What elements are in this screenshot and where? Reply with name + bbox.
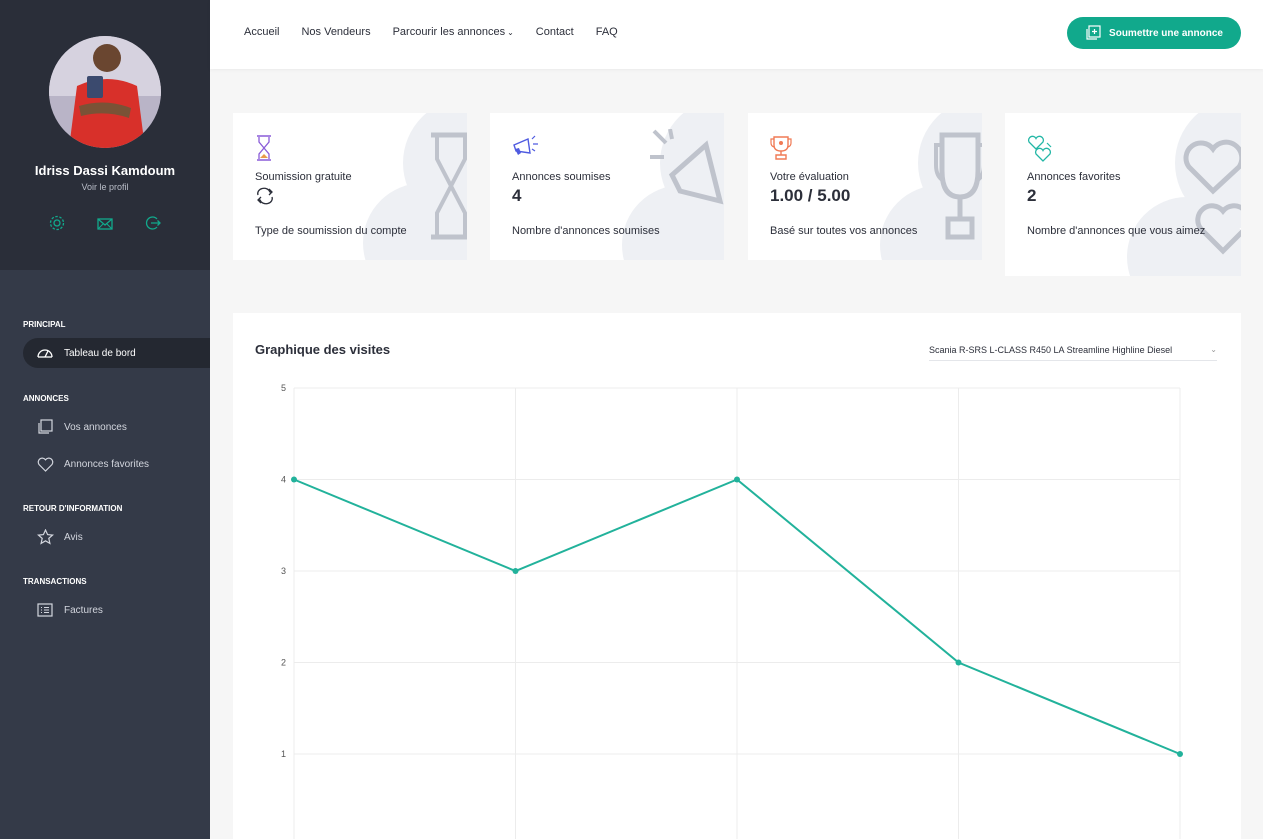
card-description: Nombre d'annonces soumises [512,225,660,237]
invoice-icon [36,601,54,619]
sidebar: Idriss Dassi Kamdoum Voir le profil PRIN… [0,0,210,839]
hearts-icon [1183,139,1241,255]
sync-icon [257,187,273,205]
megaphone-icon [650,129,724,205]
profile-panel: Idriss Dassi Kamdoum Voir le profil [0,0,210,270]
visits-chart-panel: Graphique des visites Scania R-SRS L-CLA… [233,313,1241,839]
card-title: Annonces favorites [1027,171,1121,183]
sidebar-item-dashboard[interactable]: Tableau de bord [23,338,210,368]
sidebar-item-label: Annonces favorites [64,458,150,470]
nav-section-annonces: ANNONCES [23,394,69,403]
profile-actions [0,214,210,232]
listings-icon [36,418,54,436]
card-title: Votre évaluation [770,171,849,183]
stat-card-rating: Votre évaluation 1.00 / 5.00 Basé sur to… [748,113,982,260]
sidebar-item-label: Tableau de bord [64,347,136,359]
trophy-icon [770,136,792,160]
nav-section-transactions: TRANSACTIONS [23,577,87,586]
nav-link-contact[interactable]: Contact [536,26,574,38]
nav-section-principal: PRINCIPAL [23,320,66,329]
nav-link-sellers[interactable]: Nos Vendeurs [301,26,370,38]
dashboard-icon [36,344,54,362]
y-tick-label: 2 [281,658,286,668]
chevron-down-icon: ⌄ [507,27,514,37]
y-tick-label: 5 [281,383,286,393]
sidebar-item-reviews[interactable]: Avis [23,522,210,552]
star-icon [36,528,54,546]
sidebar-item-listings[interactable]: Vos annonces [23,412,210,442]
nav-section-feedback: RETOUR D'INFORMATION [23,504,123,513]
data-point [1177,751,1183,757]
hourglass-icon [257,135,271,161]
y-tick-label: 4 [281,475,286,485]
nav-link-home[interactable]: Accueil [244,26,279,38]
hearts-icon [1027,135,1052,162]
data-point [955,659,962,666]
mail-icon[interactable] [96,214,114,232]
card-description: Basé sur toutes vos annonces [770,225,918,237]
card-value: 4 [512,186,522,205]
add-listing-icon [1086,25,1101,40]
card-title: Soumission gratuite [255,171,352,183]
profile-name: Idriss Dassi Kamdoum [34,163,176,178]
y-tick-label: 3 [281,566,286,576]
stat-card-favorites: Annonces favorites 2 Nombre d'annonces q… [1005,113,1241,276]
data-point [291,476,297,483]
data-point [734,476,740,483]
view-profile-link[interactable]: Voir le profil [0,182,210,192]
nav-link-browse[interactable]: Parcourir les annonces ⌄ [393,26,514,38]
y-tick-label: 1 [281,749,286,759]
sidebar-item-invoices[interactable]: Factures [23,595,210,625]
nav-link-browse-label: Parcourir les annonces [392,26,506,38]
stat-card-submitted: Annonces soumises 4 Nombre d'annonces so… [490,113,724,260]
avatar[interactable] [49,36,161,148]
sidebar-item-label: Factures [64,604,103,616]
nav-link-faq[interactable]: FAQ [596,26,618,38]
visits-line-chart: 1 2 3 4 5 [281,383,1183,839]
main-nav: Accueil Nos Vendeurs Parcourir les annon… [244,26,618,38]
stat-card-submission: Soumission gratuite Type de soumission d… [233,113,467,260]
megaphone-icon [513,135,538,155]
logout-icon[interactable] [144,214,162,232]
heart-icon [36,455,54,473]
sidebar-item-favorites[interactable]: Annonces favorites [23,449,210,479]
card-title: Annonces soumises [512,171,611,183]
sidebar-item-label: Avis [64,531,83,543]
card-description: Type de soumission du compte [255,225,407,237]
card-value: 1.00 / 5.00 [770,186,851,205]
data-point [512,568,519,574]
gear-icon[interactable] [48,214,66,232]
submit-listing-label: Soumettre une annonce [1109,27,1223,39]
top-navbar: Accueil Nos Vendeurs Parcourir les annon… [210,0,1263,69]
card-description: Nombre d'annonces que vous aimez [1027,225,1206,237]
submit-listing-button[interactable]: Soumettre une annonce [1067,17,1241,49]
card-value: 2 [1027,186,1037,205]
sidebar-item-label: Vos annonces [64,421,127,433]
